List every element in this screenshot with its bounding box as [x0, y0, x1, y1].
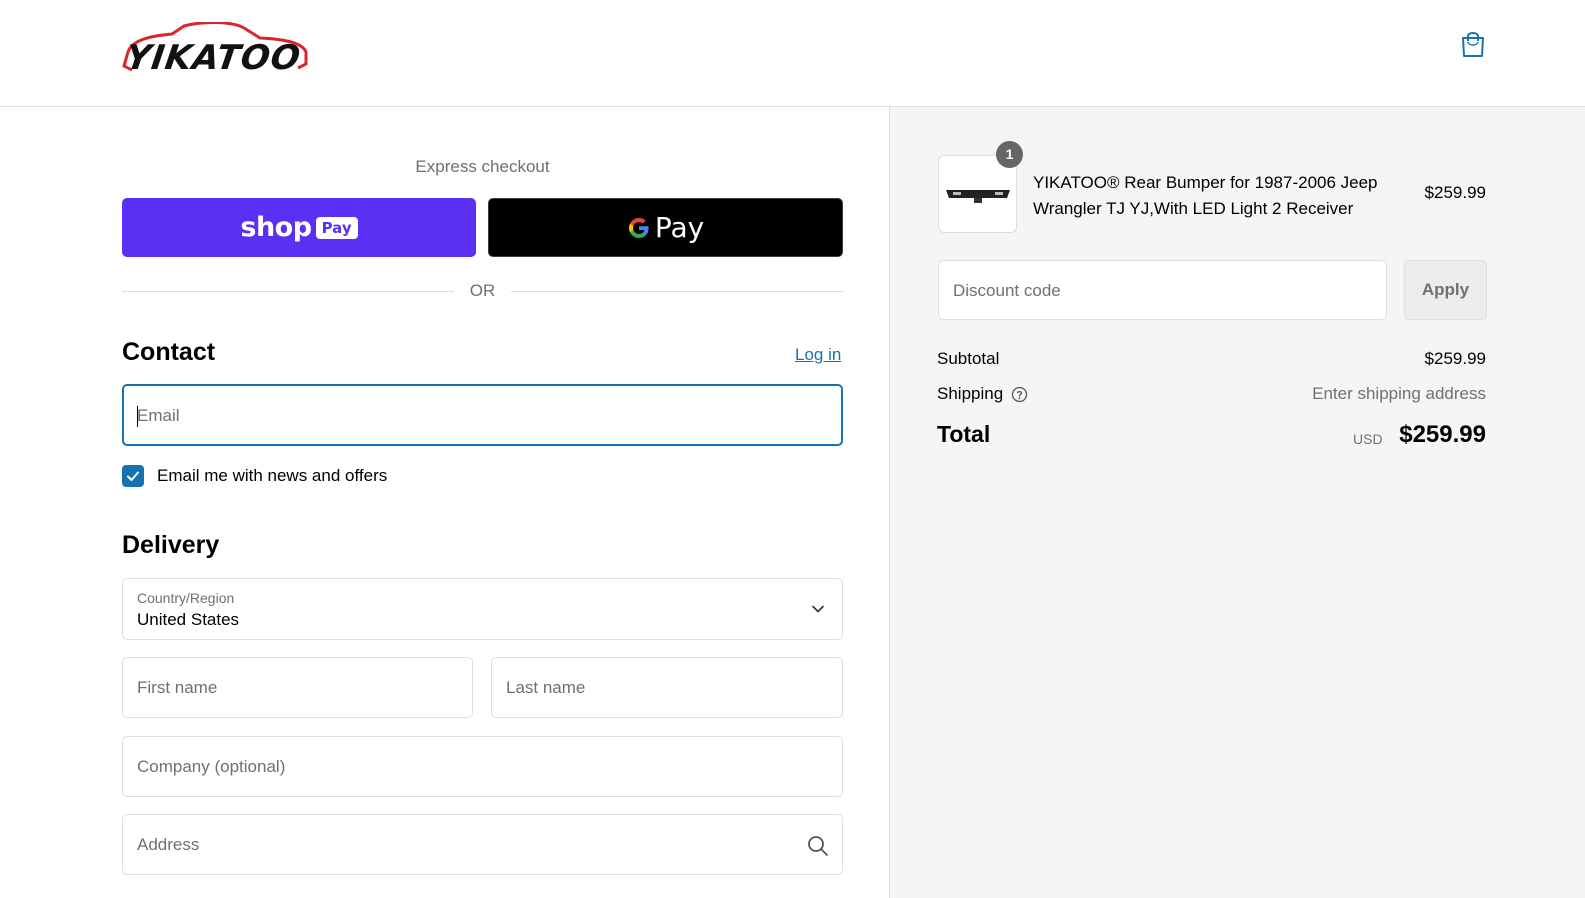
shopping-bag-icon[interactable] [1460, 30, 1486, 58]
google-pay-wordmark: Pay [654, 211, 705, 244]
login-link[interactable]: Log in [795, 345, 841, 365]
help-circle-icon[interactable] [1011, 386, 1028, 403]
checkmark-icon [127, 471, 139, 481]
divider-line-left [122, 291, 454, 292]
subtotal-value: $259.99 [1424, 349, 1486, 368]
last-name-field[interactable]: Last name [491, 657, 843, 718]
discount-placeholder: Discount code [953, 281, 1061, 300]
product-title: YIKATOO® Rear Bumper for 1987-2006 Jeep … [1033, 173, 1378, 218]
text-caret [137, 406, 138, 427]
apply-discount-button[interactable]: Apply [1404, 260, 1487, 320]
discount-code-field[interactable]: Discount code [938, 260, 1387, 320]
last-name-placeholder: Last name [506, 678, 586, 697]
address-field[interactable]: Address [122, 814, 843, 875]
chevron-down-icon [812, 605, 824, 613]
store-logo[interactable]: YIKATOO [122, 22, 308, 78]
express-checkout-label: Express checkout [415, 157, 550, 176]
divider-line-right [511, 291, 843, 292]
google-g-icon [628, 217, 649, 238]
newsletter-checkbox[interactable] [122, 465, 144, 487]
header: YIKATOO [0, 0, 1585, 107]
country-value: United States [137, 610, 240, 629]
subtotal-label: Subtotal [937, 349, 1000, 368]
total-label: Total [937, 421, 991, 447]
logo-wordmark: YIKATOO [123, 38, 304, 78]
country-label: Country/Region [137, 590, 235, 606]
company-placeholder: Company (optional) [137, 757, 286, 776]
shop-pay-button[interactable]: shop Pay [122, 198, 476, 257]
shop-pay-wordmark: shop [240, 212, 312, 243]
search-icon[interactable] [807, 835, 829, 857]
google-pay-button[interactable]: Pay [488, 198, 843, 257]
country-select[interactable]: Country/Region United States [122, 578, 843, 640]
shipping-label: Shipping [937, 384, 1004, 403]
email-field[interactable]: Email [122, 384, 843, 446]
newsletter-label: Email me with news and offers [157, 466, 388, 485]
or-divider: OR [122, 280, 843, 302]
first-name-placeholder: First name [137, 678, 218, 697]
total-value: $259.99 [1399, 421, 1486, 448]
quantity-badge: 1 [996, 141, 1023, 168]
company-field[interactable]: Company (optional) [122, 736, 843, 797]
email-placeholder: Email [137, 406, 180, 425]
shop-pay-badge: Pay [315, 216, 358, 239]
delivery-heading: Delivery [122, 531, 220, 559]
first-name-field[interactable]: First name [122, 657, 473, 718]
currency-code: USD [1353, 431, 1383, 447]
rear-bumper-image [946, 190, 1010, 203]
contact-heading: Contact [122, 338, 216, 366]
address-placeholder: Address [137, 835, 200, 854]
or-text: OR [469, 281, 496, 300]
product-price: $259.99 [1424, 183, 1486, 202]
shipping-value: Enter shipping address [1312, 384, 1486, 403]
